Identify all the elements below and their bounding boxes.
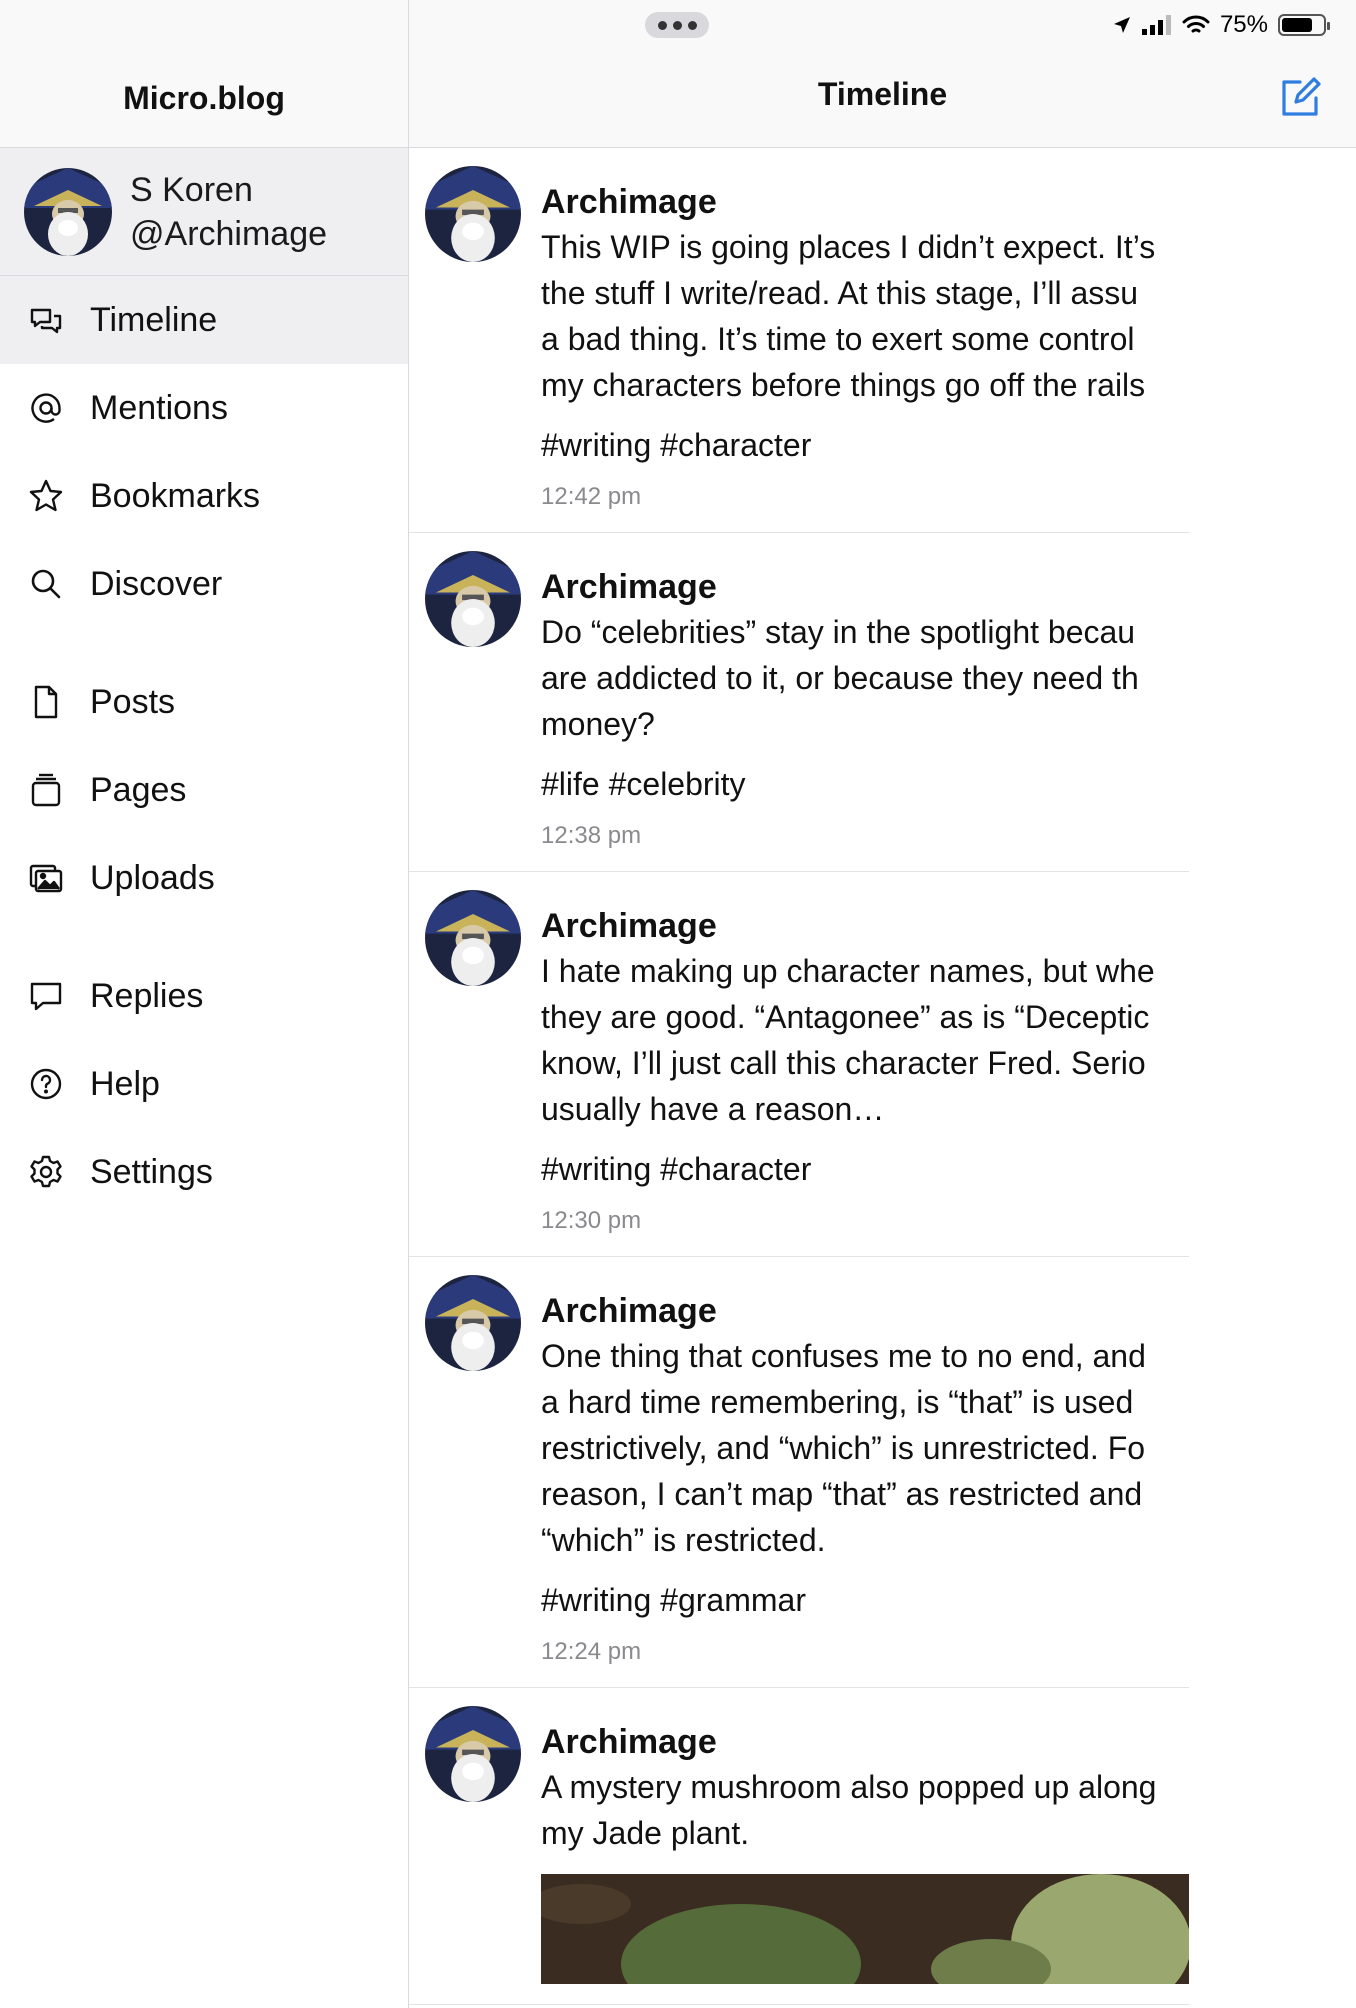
sidebar-item-mentions[interactable]: Mentions — [0, 364, 408, 452]
sidebar-item-label: Mentions — [90, 388, 228, 427]
sidebar: Micro.blog S Koren @Archimage Timeline M… — [0, 0, 409, 2008]
search-icon — [28, 566, 64, 602]
sidebar-item-label: Discover — [90, 564, 223, 603]
post-text-line: restrictively, and “which” is unrestrict… — [541, 1430, 1146, 1466]
sidebar-item-label: Settings — [90, 1152, 213, 1191]
post-text-line: my Jade plant. — [541, 1815, 750, 1851]
post-author[interactable]: Archimage — [541, 904, 1189, 948]
timeline-post[interactable]: Archimage This WIP is going places I didn… — [409, 148, 1189, 533]
post-author[interactable]: Archimage — [541, 565, 1189, 609]
post-text-line: a hard time remembering, is “that” is us… — [541, 1384, 1134, 1420]
post-author[interactable]: Archimage — [541, 180, 1189, 224]
sidebar-item-label: Replies — [90, 976, 204, 1015]
post-text-line: Do “celebrities” stay in the spotlight b… — [541, 614, 1136, 650]
post-text-line: reason, I can’t map “that” as restricted… — [541, 1476, 1143, 1512]
post-tags[interactable]: #writing #character — [541, 1146, 1189, 1192]
post-text-line: are addicted to it, or because they need… — [541, 660, 1139, 696]
sidebar-item-discover[interactable]: Discover — [0, 540, 408, 628]
post-text-line: know, I’ll just call this character Fred… — [541, 1045, 1146, 1081]
sidebar-item-settings[interactable]: Settings — [0, 1128, 408, 1216]
compose-icon[interactable] — [1276, 74, 1324, 122]
nav-spacer — [0, 628, 408, 658]
photos-icon — [28, 860, 64, 896]
sidebar-item-label: Pages — [90, 770, 187, 809]
speech-bubble-icon — [28, 978, 64, 1014]
post-tags[interactable]: #writing #grammar — [541, 1577, 1189, 1623]
sidebar-item-label: Timeline — [90, 300, 218, 339]
battery-percent: 75% — [1219, 11, 1268, 38]
nav-spacer — [0, 922, 408, 952]
avatar[interactable] — [425, 166, 521, 262]
sidebar-item-posts[interactable]: Posts — [0, 658, 408, 746]
timeline-post[interactable]: Archimage One thing that confuses me to n… — [409, 1257, 1189, 1688]
post-text-line: my characters before things go off the r… — [541, 367, 1146, 403]
app-title: Micro.blog — [123, 80, 285, 116]
pages-icon — [28, 772, 64, 808]
question-circle-icon — [28, 1066, 64, 1102]
location-icon — [1113, 17, 1130, 33]
post-timestamp[interactable]: 12:38 pm — [541, 821, 1189, 851]
sidebar-item-pages[interactable]: Pages — [0, 746, 408, 834]
timeline-post[interactable]: Archimage A mystery mushroom also popped … — [409, 1688, 1189, 2005]
sidebar-nav: Timeline Mentions Bookmarks Discover Pos… — [0, 276, 408, 1216]
post-timestamp[interactable]: 12:30 pm — [541, 1206, 1189, 1236]
page-title: Timeline — [817, 76, 948, 112]
sidebar-item-bookmarks[interactable]: Bookmarks — [0, 452, 408, 540]
sidebar-item-help[interactable]: Help — [0, 1040, 408, 1128]
timeline-post[interactable]: Archimage Do “celebrities” stay in the sp… — [409, 533, 1189, 872]
post-author[interactable]: Archimage — [541, 1720, 1189, 1764]
battery-icon — [1278, 14, 1330, 36]
timeline-icon — [28, 302, 64, 338]
post-text-line: they are good. “Antagonee” as is “Decept… — [541, 999, 1150, 1035]
avatar — [24, 167, 112, 256]
gear-icon — [28, 1154, 64, 1190]
post-tags[interactable]: #life #celebrity — [541, 761, 1189, 807]
post-photo[interactable] — [541, 1874, 1189, 1984]
profile-handle: @Archimage — [130, 214, 328, 253]
signal-icon — [1141, 15, 1171, 35]
wifi-icon — [1182, 15, 1210, 33]
post-author[interactable]: Archimage — [541, 1289, 1189, 1333]
sidebar-item-label: Help — [90, 1064, 160, 1103]
post-timestamp[interactable]: 12:42 pm — [541, 482, 1189, 512]
timeline-feed: Archimage This WIP is going places I didn… — [409, 148, 1189, 2005]
post-text-line: “which” is restricted. — [541, 1522, 826, 1558]
post-text-line: money? — [541, 706, 655, 742]
sidebar-item-replies[interactable]: Replies — [0, 952, 408, 1040]
sidebar-item-label: Uploads — [90, 858, 215, 897]
post-text-line: A mystery mushroom also popped up along — [541, 1769, 1157, 1805]
avatar[interactable] — [425, 1706, 521, 1802]
document-icon — [28, 684, 64, 720]
avatar[interactable] — [425, 551, 521, 647]
multitasking-handle[interactable] — [645, 12, 709, 38]
profile-name: S Koren — [130, 170, 253, 209]
sidebar-header: Micro.blog — [0, 0, 408, 148]
post-text-line: the stuff I write/read. At this stage, I… — [541, 275, 1139, 311]
post-text-line: usually have a reason… — [541, 1091, 885, 1127]
timeline-post[interactable]: Archimage I hate making up character name… — [409, 872, 1189, 1257]
at-icon — [28, 390, 64, 426]
post-text-line: I hate making up character names, but wh… — [541, 953, 1155, 989]
main-pane: 75% Timeline Archimage This WIP is going … — [409, 0, 1356, 2008]
post-text-line: a bad thing. It’s time to exert some con… — [541, 321, 1135, 357]
avatar[interactable] — [425, 890, 521, 986]
profile-row[interactable]: S Koren @Archimage — [0, 148, 408, 276]
status-bar: 75% — [1112, 10, 1330, 40]
avatar[interactable] — [425, 1275, 521, 1371]
post-timestamp[interactable]: 12:24 pm — [541, 1637, 1189, 1667]
post-tags[interactable]: #writing #character — [541, 422, 1189, 468]
sidebar-item-timeline[interactable]: Timeline — [0, 276, 408, 364]
post-text-line: This WIP is going places I didn’t expect… — [541, 229, 1156, 265]
main-header: 75% Timeline — [409, 0, 1356, 148]
sidebar-item-label: Bookmarks — [90, 476, 261, 515]
sidebar-item-label: Posts — [90, 682, 176, 721]
star-icon — [28, 478, 64, 514]
sidebar-item-uploads[interactable]: Uploads — [0, 834, 408, 922]
post-text-line: One thing that confuses me to no end, an… — [541, 1338, 1146, 1374]
